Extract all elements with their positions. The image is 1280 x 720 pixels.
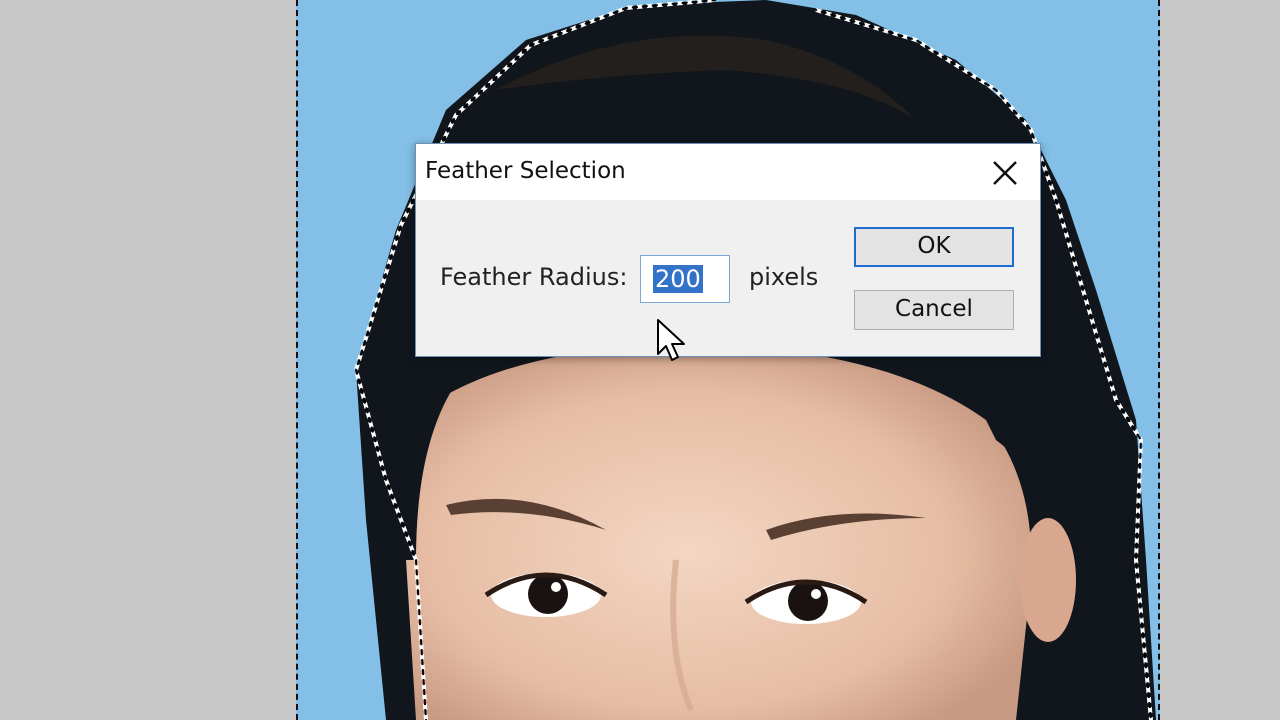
- feather-radius-input[interactable]: 200: [640, 255, 730, 303]
- feather-selection-dialog: Feather Selection Feather Radius: 200 pi…: [415, 143, 1041, 357]
- portrait-photo: [296, 0, 1160, 720]
- feather-radius-value: 200: [653, 265, 703, 293]
- close-button[interactable]: [986, 154, 1024, 192]
- selection-marquee-left: [296, 0, 298, 720]
- unit-label: pixels: [749, 263, 819, 291]
- image-canvas[interactable]: [296, 0, 1160, 720]
- dialog-title: Feather Selection: [425, 158, 626, 184]
- close-icon: [993, 161, 1017, 185]
- feather-radius-label: Feather Radius:: [440, 263, 628, 291]
- selection-marquee-right: [1158, 0, 1160, 720]
- ok-button[interactable]: OK: [854, 227, 1014, 267]
- cancel-button[interactable]: Cancel: [854, 290, 1014, 330]
- dialog-titlebar[interactable]: Feather Selection: [416, 144, 1040, 200]
- mouse-pointer-icon: [657, 319, 685, 361]
